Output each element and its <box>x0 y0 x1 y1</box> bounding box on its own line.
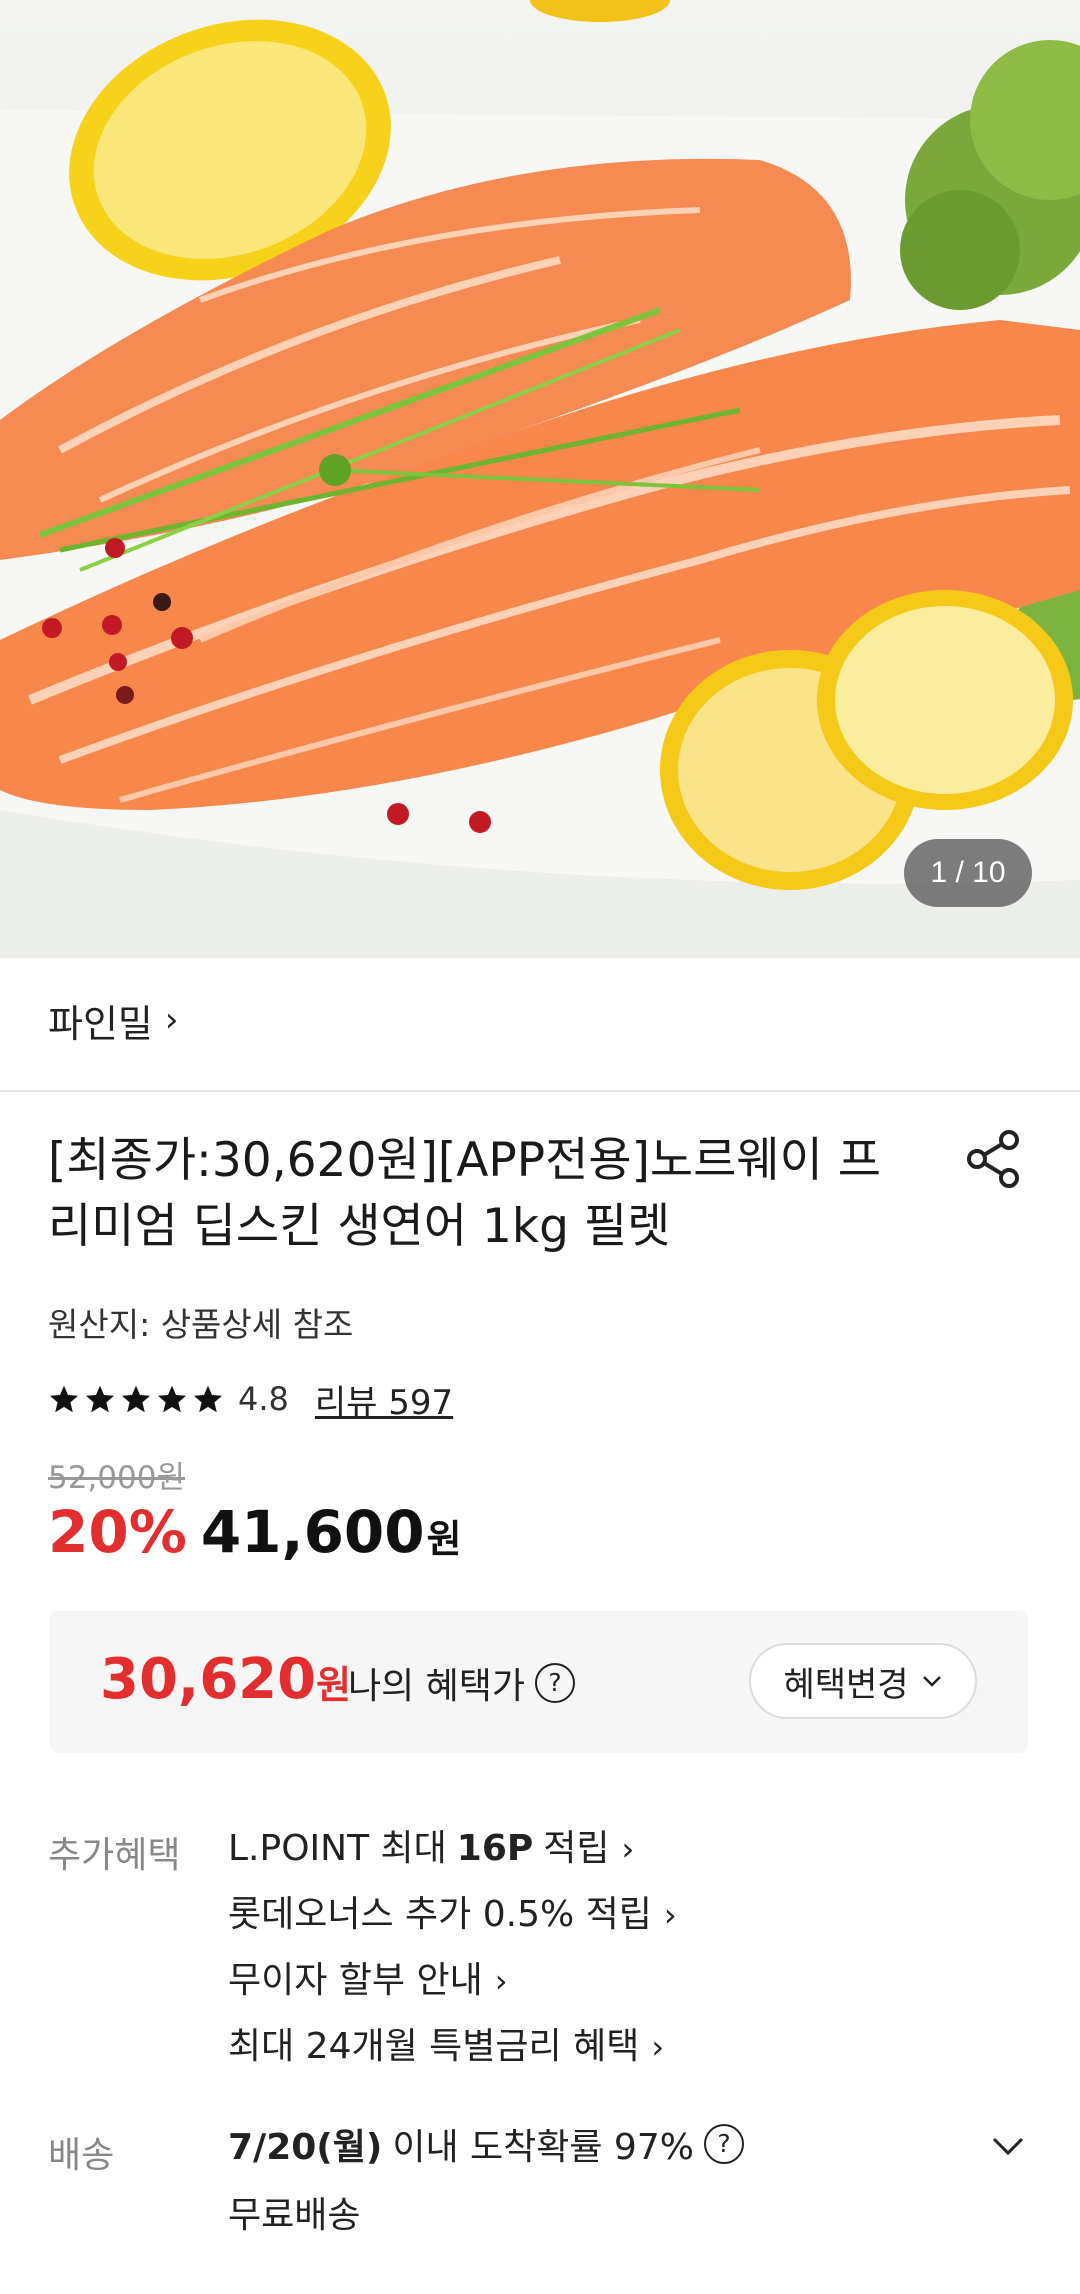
shipping-label: 배송 <box>48 2135 115 2176</box>
review-link[interactable]: 리뷰 597 <box>315 1375 453 1424</box>
star-icon <box>158 1385 186 1413</box>
chevron-right-icon: › <box>651 2028 665 2066</box>
benefit-price-amount: 30,620 <box>100 1647 317 1712</box>
benefit-item-text: 무이자 할부 안내 <box>228 1960 483 2001</box>
chevron-right-icon: › <box>663 1896 677 1934</box>
share-icon[interactable] <box>963 1128 1025 1190</box>
star-rating <box>48 1383 224 1415</box>
benefit-item-bold: 16P <box>456 1828 534 1869</box>
star-icon <box>86 1385 114 1413</box>
delivery-probability: 이내 도착확률 97% <box>392 2127 694 2168</box>
question-circle-icon[interactable]: ? <box>535 1663 576 1703</box>
star-icon <box>194 1385 222 1413</box>
original-price: 52,000원 <box>48 1460 185 1496</box>
extra-benefit-list: L.POINT 최대 16P 적립 › 롯데오너스 추가 0.5% 적립 › 무… <box>228 1816 677 2080</box>
benefit-price: 30,620 원 <box>100 1647 351 1712</box>
seller-link[interactable]: 파인밀 › <box>48 990 179 1050</box>
sale-price: 41,600 <box>200 1498 425 1566</box>
salmon-photo <box>0 0 1080 958</box>
change-benefit-button[interactable]: 혜택변경 <box>749 1643 977 1719</box>
benefit-price-label-row: 나의 혜택가 ? <box>348 1657 576 1709</box>
benefit-item-text: L.POINT 최대 <box>228 1828 447 1869</box>
star-icon <box>50 1385 78 1413</box>
discount-rate: 20% <box>48 1498 187 1566</box>
benefit-item-text: 적립 <box>543 1828 610 1869</box>
benefit-item-text: 롯데오너스 추가 0.5% 적립 <box>228 1894 652 1935</box>
benefit-price-currency: 원 <box>316 1663 352 1707</box>
extra-benefit-label: 추가혜택 <box>48 1835 181 1876</box>
delivery-estimate: 7/20(월) 이내 도착확률 97% ? <box>228 2118 744 2170</box>
chevron-right-icon: › <box>494 1962 508 2000</box>
change-benefit-label: 혜택변경 <box>783 1664 909 1705</box>
product-image-gallery[interactable]: 1 / 10 <box>0 0 1080 958</box>
chevron-down-icon[interactable] <box>986 2124 1030 2168</box>
benefit-item-installment[interactable]: 무이자 할부 안내 › <box>228 1948 677 2014</box>
benefit-item-text: 최대 24개월 특별금리 혜택 <box>228 2026 640 2067</box>
image-counter: 1 / 10 <box>904 839 1032 907</box>
benefit-price-box: 30,620 원 나의 혜택가 ? 혜택변경 <box>50 1611 1028 1753</box>
delivery-date: 7/20(월) <box>228 2127 383 2168</box>
rating-score: 4.8 <box>238 1380 289 1418</box>
benefit-item-special-rate[interactable]: 최대 24개월 특별금리 혜택 › <box>228 2014 677 2080</box>
chevron-right-icon: › <box>164 1000 179 1040</box>
free-shipping: 무료배송 <box>228 2195 361 2236</box>
rating-row: 4.8 리뷰 597 <box>48 1374 453 1424</box>
sale-price-currency: 원 <box>426 1517 462 1561</box>
chevron-right-icon: › <box>621 1830 635 1868</box>
benefit-item-lotte-owners[interactable]: 롯데오너스 추가 0.5% 적립 › <box>228 1882 677 1948</box>
divider <box>0 1090 1080 1092</box>
price-row: 20% 41,600 원 <box>48 1498 462 1566</box>
product-title: [최종가:30,620원][APP전용]노르웨이 프리미엄 딥스킨 생연어 1k… <box>48 1133 882 1254</box>
question-circle-icon[interactable]: ? <box>703 2124 744 2164</box>
star-icon <box>122 1385 150 1413</box>
benefit-price-label: 나의 혜택가 <box>348 1666 526 1707</box>
seller-name: 파인밀 <box>48 1001 153 1046</box>
origin-info: 원산지: 상품상세 참조 <box>48 1305 354 1344</box>
chevron-down-icon <box>922 1676 941 1687</box>
benefit-item-lpoint[interactable]: L.POINT 최대 16P 적립 › <box>228 1816 677 1882</box>
